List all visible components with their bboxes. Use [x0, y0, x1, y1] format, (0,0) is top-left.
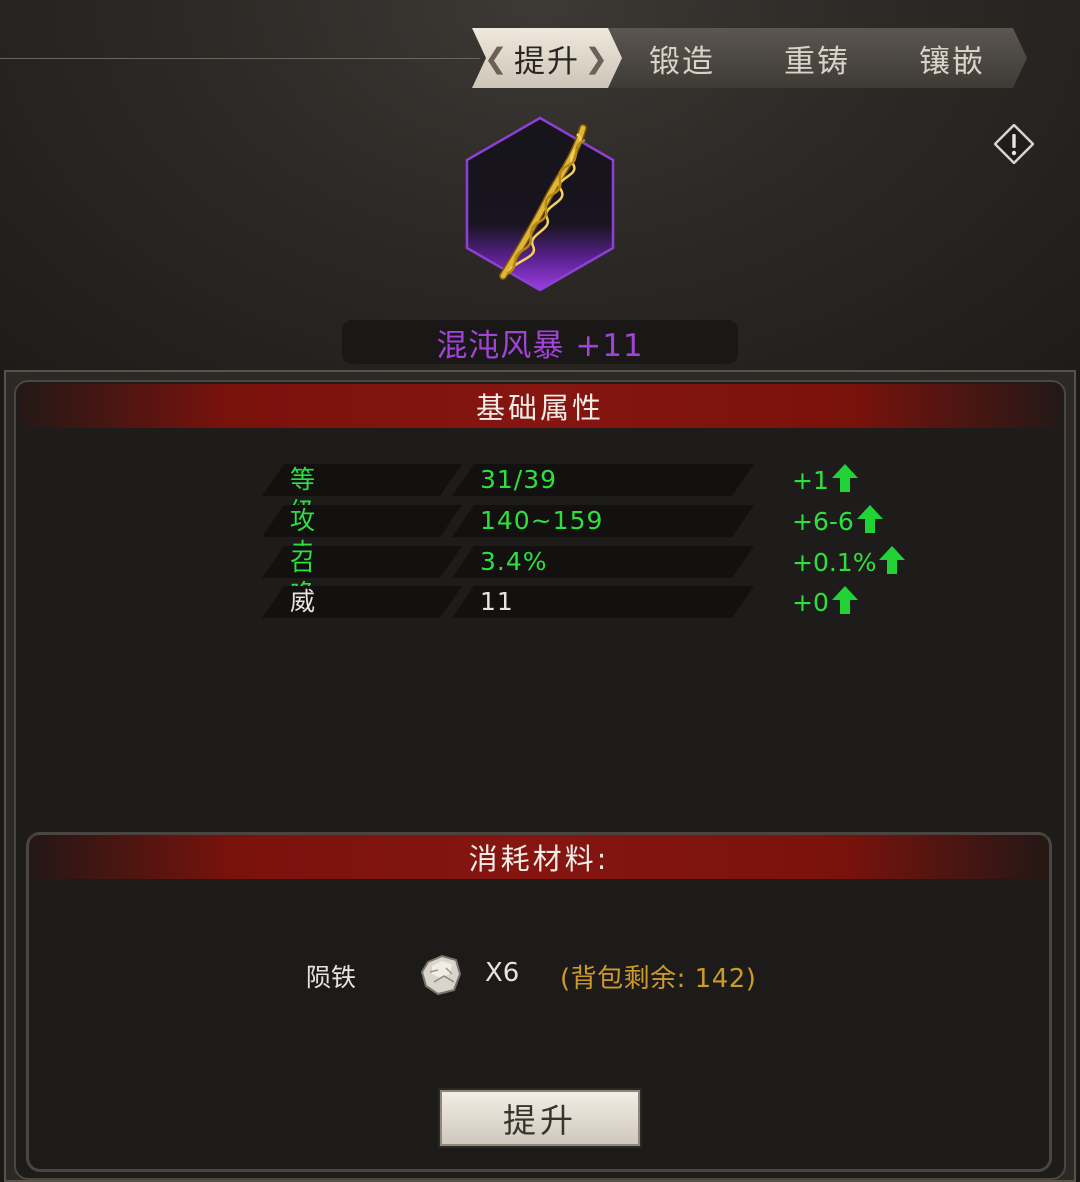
upgrade-button[interactable]: 提升	[440, 1090, 640, 1146]
tab-upgrade[interactable]: 提升	[472, 28, 622, 88]
stat-value: 11	[480, 587, 514, 616]
materials-title: 消耗材料:	[468, 842, 610, 876]
tab-inlay[interactable]: 镶嵌	[877, 28, 1027, 88]
up-arrow-icon	[831, 464, 858, 492]
divider-line	[0, 58, 480, 59]
stat-value: 140~159	[480, 506, 604, 535]
up-arrow-icon	[831, 586, 858, 614]
stat-value: 3.4%	[480, 547, 548, 576]
tab-recast[interactable]: 重铸	[742, 28, 892, 88]
stat-delta: +0.1%	[792, 546, 906, 580]
tab-forge[interactable]: 锻造	[607, 28, 757, 88]
tab-bar: 提升 锻造 重铸 镶嵌	[472, 28, 1042, 88]
material-remaining: (背包剩余: 142)	[560, 964, 757, 994]
materials-header: 消耗材料:	[30, 835, 1048, 879]
item-name: 混沌风暴 +11	[436, 327, 644, 364]
item-icon-frame[interactable]	[465, 116, 615, 292]
material-name: 陨铁	[306, 963, 357, 992]
material-count: X6	[485, 958, 520, 988]
base-attributes-title: 基础属性	[475, 391, 604, 425]
up-arrow-icon	[879, 546, 906, 574]
meteor-iron-ore-icon[interactable]	[420, 952, 462, 996]
warning-diamond-icon[interactable]	[994, 124, 1034, 164]
up-arrow-icon	[856, 505, 883, 533]
stat-delta: +0	[792, 586, 859, 620]
item-name-plate: 混沌风暴 +11	[342, 320, 738, 364]
upgrade-button-label: 提升	[503, 1101, 577, 1140]
base-attributes-header: 基础属性	[20, 384, 1060, 428]
stat-label: 威	[290, 587, 316, 616]
stat-delta: +1	[792, 464, 859, 498]
stat-value: 31/39	[480, 465, 558, 494]
stat-delta: +6-6	[792, 505, 884, 539]
